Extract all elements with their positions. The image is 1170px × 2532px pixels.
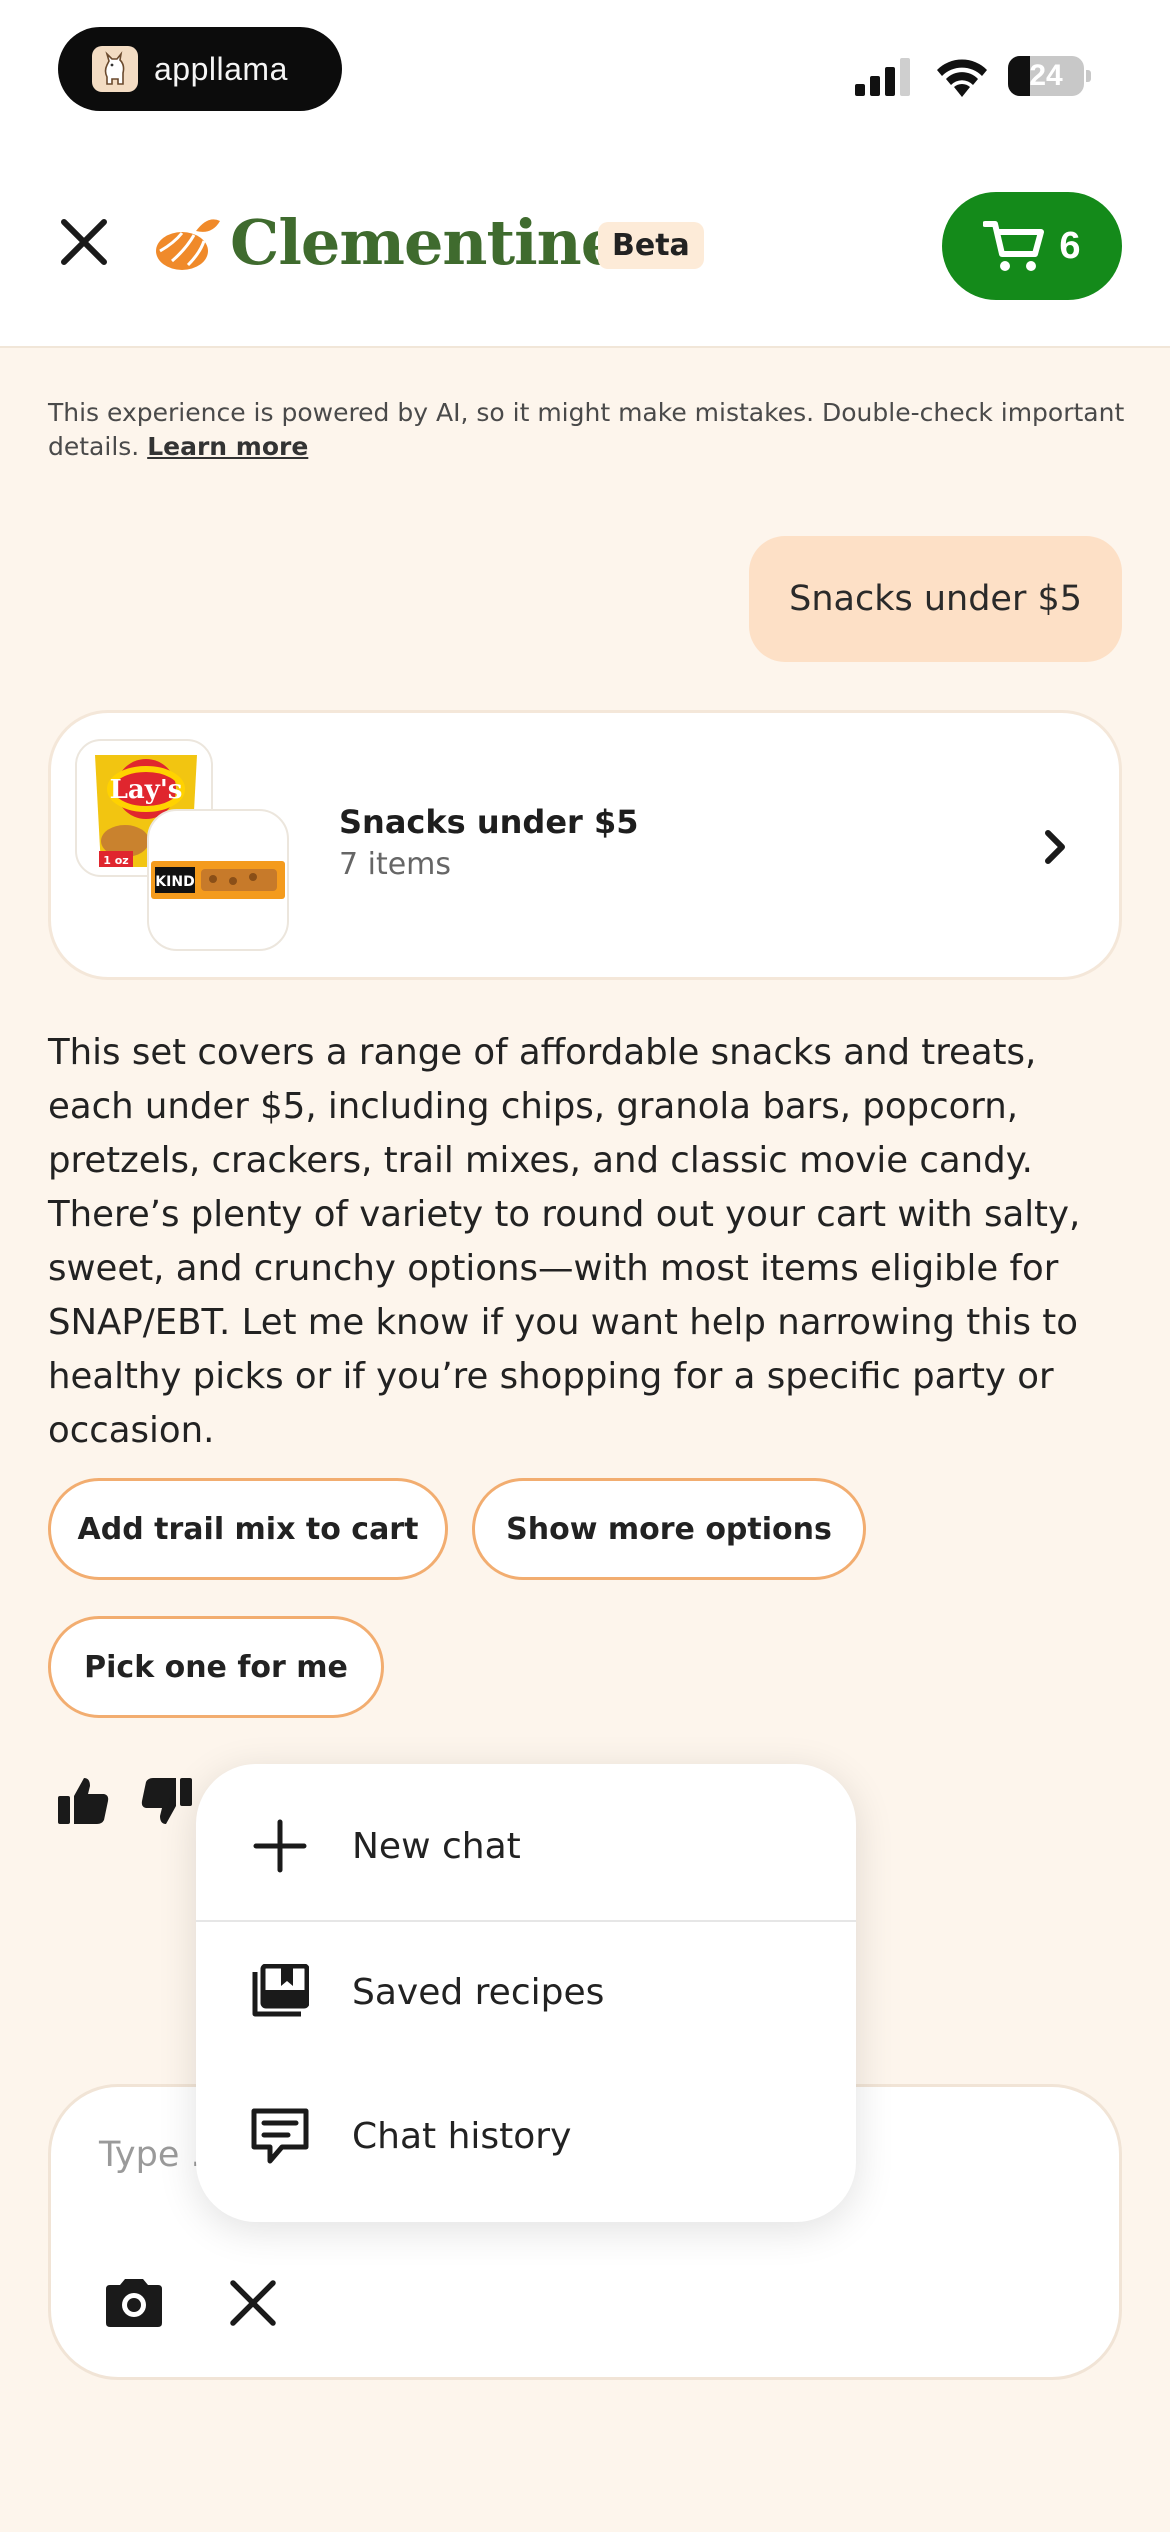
chevron-right-icon xyxy=(1033,825,1077,869)
signal-icon xyxy=(855,58,910,96)
kind-bar-thumbnail: KIND xyxy=(147,809,289,951)
thumbs-down-icon[interactable] xyxy=(140,1774,194,1828)
suggestion-add-trail-mix[interactable]: Add trail mix to cart xyxy=(48,1478,448,1580)
brand-name: Clementine xyxy=(230,206,620,279)
lays-logo-text: Lay's xyxy=(110,775,183,805)
battery-level: 24 xyxy=(1029,59,1063,92)
cart-button[interactable]: 6 xyxy=(942,192,1122,300)
beta-badge: Beta xyxy=(598,222,704,269)
menu-item-label: New chat xyxy=(352,1825,521,1867)
camera-icon xyxy=(106,2279,162,2327)
menu-item-label: Chat history xyxy=(352,2115,572,2157)
kind-logo-text: KIND xyxy=(155,874,194,890)
clementine-logo: Clementine xyxy=(152,206,620,279)
menu-item-label: Saved recipes xyxy=(352,1971,605,2013)
suggestion-show-more[interactable]: Show more options xyxy=(472,1478,866,1580)
app-badge-label: appllama xyxy=(154,50,288,87)
wifi-icon xyxy=(937,59,987,97)
clear-button[interactable] xyxy=(223,2273,283,2333)
assistant-message: This set covers a range of affordable sn… xyxy=(48,1032,1081,1451)
ai-disclaimer: This experience is powered by AI, so it … xyxy=(48,396,1128,464)
chat-history-icon xyxy=(248,2104,312,2168)
user-message: Snacks under $5 xyxy=(749,536,1122,662)
saved-recipes-icon xyxy=(248,1960,312,2024)
cart-icon xyxy=(983,221,1045,271)
card-title: Snacks under $5 xyxy=(339,803,639,841)
menu-item-new-chat[interactable]: New chat xyxy=(196,1776,856,1916)
cart-count: 6 xyxy=(1059,224,1081,267)
close-button[interactable] xyxy=(52,210,116,274)
plus-icon xyxy=(248,1814,312,1878)
thumbs-up-icon[interactable] xyxy=(56,1774,110,1828)
battery-cap xyxy=(1086,70,1091,82)
learn-more-link[interactable]: Learn more xyxy=(147,432,308,461)
menu-item-chat-history[interactable]: Chat history xyxy=(196,2066,856,2206)
chat-options-menu: New chat Saved recipes Chat history xyxy=(196,1764,856,2222)
card-item-count: 7 items xyxy=(339,847,452,882)
llama-icon xyxy=(92,46,138,92)
close-icon xyxy=(61,219,107,265)
suggestion-pick-one[interactable]: Pick one for me xyxy=(48,1616,384,1718)
menu-item-saved-recipes[interactable]: Saved recipes xyxy=(196,1922,856,2062)
clementine-fruit-icon xyxy=(156,218,220,270)
battery-icon: 24 xyxy=(1008,56,1084,96)
camera-button[interactable] xyxy=(99,2273,169,2333)
close-icon xyxy=(230,2280,276,2326)
product-set-card[interactable]: Lay's 1 oz KIND Snacks under $5 7 items xyxy=(48,710,1122,980)
app-badge[interactable]: appllama xyxy=(58,27,342,111)
lays-size-text: 1 oz xyxy=(103,854,128,867)
